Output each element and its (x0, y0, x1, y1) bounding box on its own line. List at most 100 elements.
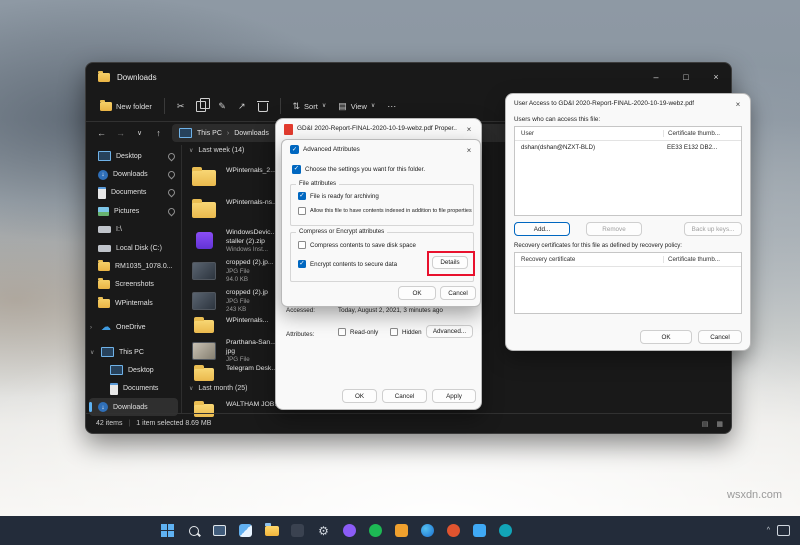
folder-icon (192, 167, 216, 186)
file-row[interactable]: WPinternals_2... (191, 167, 276, 186)
sidebar-item-desktop-child[interactable]: Desktop (86, 361, 181, 379)
cancel-button[interactable]: Cancel (440, 286, 476, 300)
taskbar-file-explorer-button[interactable] (264, 523, 279, 538)
thumbnail-view-icon[interactable]: ▦ (716, 420, 723, 428)
explorer-titlebar: Downloads – □ × (86, 63, 731, 91)
copy-button[interactable] (190, 95, 212, 117)
remove-button[interactable]: Remove (586, 222, 642, 236)
checkbox-checked[interactable]: ✓ (298, 192, 306, 200)
close-icon[interactable]: × (731, 97, 745, 111)
file-row[interactable]: Telegram Desk... (191, 365, 277, 381)
taskbar-search-button[interactable] (186, 523, 201, 538)
add-button[interactable]: Add... (514, 222, 570, 236)
sidebar-item-rm1035[interactable]: RM1035_1078.0... (86, 257, 181, 275)
sidebar-item-screenshots[interactable]: Screenshots (86, 276, 181, 294)
checkbox-unchecked[interactable] (338, 328, 346, 336)
more-options-button[interactable]: ⋯ (381, 95, 402, 117)
sidebar-item-documents-child[interactable]: Documents (86, 380, 181, 398)
recovery-label: Recovery certificates for this file as d… (514, 242, 682, 249)
widgets-button[interactable] (238, 523, 253, 538)
taskbar-edge-button[interactable] (420, 523, 435, 538)
sidebar-item-wpinternals[interactable]: WPinternals (86, 294, 181, 312)
users-table[interactable]: User Certificate thumb... dshan(dshan@NZ… (514, 126, 742, 216)
archive-checkbox[interactable]: ✓ File is ready for archiving (298, 192, 379, 200)
details-view-icon[interactable]: ▤ (702, 420, 709, 428)
sidebar-item-downloads[interactable]: ↓ Downloads (86, 165, 181, 183)
new-folder-button[interactable]: New folder (94, 95, 158, 117)
sidebar-item-this-pc[interactable]: ∨ This PC (86, 343, 181, 361)
task-view-button[interactable] (212, 523, 227, 538)
sidebar-item-documents[interactable]: Documents (86, 184, 181, 202)
checkbox-checked[interactable]: ✓ (298, 260, 306, 268)
hidden-checkbox[interactable]: Hidden (390, 328, 422, 336)
minimize-button[interactable]: – (641, 63, 671, 91)
taskbar-app-orange-button[interactable] (394, 523, 409, 538)
close-button[interactable]: × (701, 63, 731, 91)
sidebar-item-onedrive[interactable]: › ☁ OneDrive (86, 319, 181, 337)
cancel-button[interactable]: Cancel (698, 330, 742, 344)
sidebar-item-desktop[interactable]: Desktop (86, 147, 181, 165)
sort-icon: ⇅ (292, 100, 301, 111)
taskbar-app-purple-button[interactable] (342, 523, 357, 538)
apply-button[interactable]: Apply (432, 389, 476, 403)
ok-button[interactable]: OK (398, 286, 436, 300)
file-row[interactable]: WPinternals... (191, 317, 268, 333)
column-certificate[interactable]: Certificate thumb... (663, 130, 741, 137)
encrypt-checkbox[interactable]: ✓ Encrypt contents to secure data (298, 260, 397, 268)
taskbar-app-green-button[interactable] (368, 523, 383, 538)
taskbar-app-dark-button[interactable] (290, 523, 305, 538)
taskbar-app-red-button[interactable] (446, 523, 461, 538)
sidebar-item-i-drive[interactable]: I:\ (86, 221, 181, 239)
group-header-last-week[interactable]: ∨ Last week (14) (189, 147, 244, 154)
close-icon[interactable]: × (462, 143, 476, 157)
column-certificate[interactable]: Certificate thumb... (663, 256, 741, 263)
checkbox-unchecked[interactable] (390, 328, 398, 336)
index-checkbox[interactable]: Allow this file to have contents indexed… (298, 207, 472, 215)
column-user[interactable]: User (515, 130, 663, 137)
ok-button[interactable]: OK (640, 330, 692, 344)
forward-button[interactable]: → (111, 128, 130, 138)
cut-button[interactable]: ✂ (171, 95, 191, 117)
file-row[interactable]: cropped (2).jp... JPG File 94.0 KB (191, 259, 274, 284)
compress-checkbox[interactable]: Compress contents to save disk space (298, 241, 416, 249)
taskbar-app-sky-button[interactable] (472, 523, 487, 538)
checkbox-unchecked[interactable] (298, 207, 306, 215)
column-recovery-certificate[interactable]: Recovery certificate (515, 256, 663, 263)
group-header-last-month[interactable]: ∨ Last month (25) (189, 385, 247, 392)
delete-button[interactable] (252, 95, 274, 117)
more-icon: ⋯ (387, 100, 397, 111)
cancel-button[interactable]: Cancel (382, 389, 427, 403)
start-button[interactable] (160, 523, 175, 538)
file-row[interactable]: WPinternals-ns... (191, 199, 278, 218)
dialog-intro: ✓ Choose the settings you want for this … (292, 165, 426, 174)
advanced-button[interactable]: Advanced... (426, 325, 473, 338)
recent-locations-button[interactable]: ∨ (130, 129, 149, 137)
taskbar-app-teal-button[interactable] (498, 523, 513, 538)
maximize-button[interactable]: □ (671, 63, 701, 91)
breadcrumb-root[interactable]: This PC (197, 130, 222, 137)
up-button[interactable]: ↑ (149, 128, 168, 138)
view-button[interactable]: ▤ View ∨ (332, 95, 381, 117)
user-row[interactable]: dshan(dshan@NZXT-BLD) EE33 E132 DB2... (515, 141, 741, 154)
checkbox-unchecked[interactable] (298, 241, 306, 249)
sidebar-item-pictures[interactable]: Pictures (86, 202, 181, 220)
breadcrumb-current[interactable]: Downloads (234, 130, 269, 137)
file-row[interactable]: WindowsDevic... staller (2).zip Windows … (191, 229, 276, 254)
recovery-table[interactable]: Recovery certificate Certificate thumb..… (514, 252, 742, 314)
back-button[interactable]: ← (92, 128, 111, 138)
share-button[interactable]: ↗ (232, 95, 252, 117)
settings-button[interactable]: ⚙ (316, 523, 331, 538)
ok-button[interactable]: OK (342, 389, 377, 403)
sort-button[interactable]: ⇅ Sort ∨ (287, 95, 333, 117)
readonly-checkbox[interactable]: Read-only (338, 328, 378, 336)
file-row[interactable]: Prarthana-San... jpg JPG File (191, 339, 276, 364)
pin-icon (166, 188, 177, 198)
file-row[interactable]: cropped (2).jp JPG File 243 KB (191, 289, 268, 314)
touch-keyboard-icon[interactable] (777, 525, 790, 536)
close-icon[interactable]: × (462, 122, 476, 136)
tray-chevron-icon[interactable]: ^ (767, 527, 770, 534)
sidebar-item-local-disk-c[interactable]: Local Disk (C:) (86, 239, 181, 257)
rename-button[interactable]: ✎ (212, 95, 232, 117)
app-icon (395, 524, 408, 537)
backup-keys-button[interactable]: Back up keys... (684, 222, 742, 236)
